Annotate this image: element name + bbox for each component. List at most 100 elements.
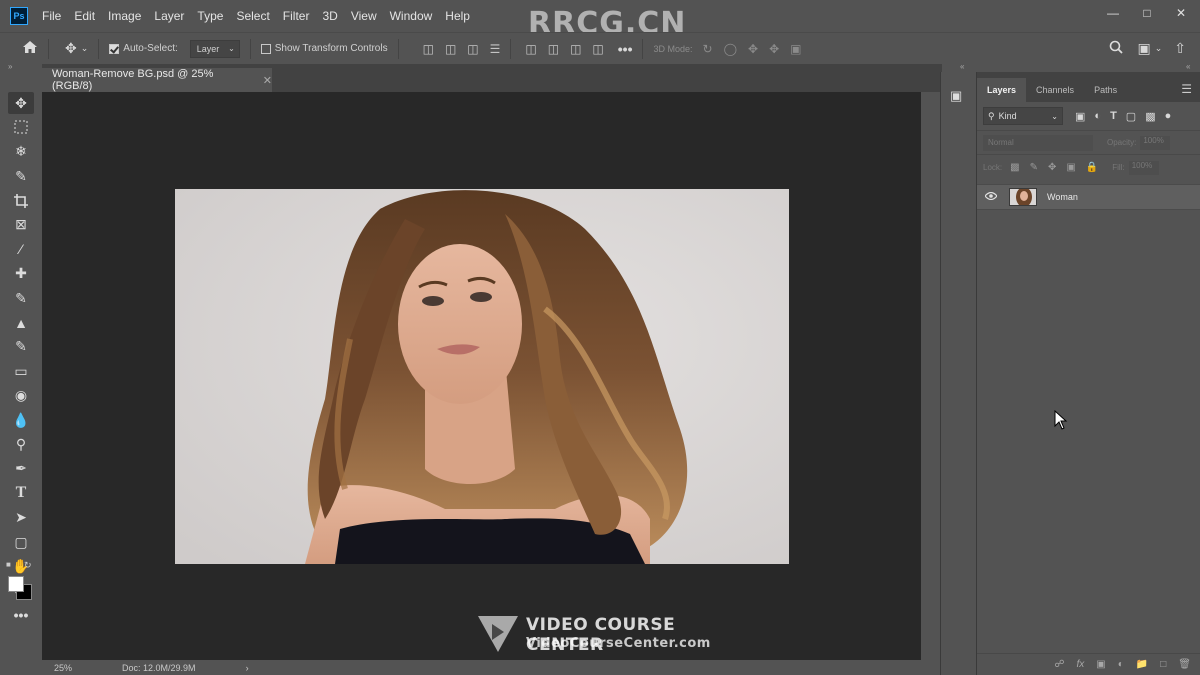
edit-toolbar-icon[interactable]: ••• <box>8 604 34 626</box>
chevron-down-icon[interactable]: ⌄ <box>81 43 89 54</box>
canvas-area[interactable] <box>42 92 921 660</box>
orbit-3d-icon[interactable]: ↻ <box>703 42 713 56</box>
chevron-down-icon[interactable]: ⌄ <box>1155 43 1163 54</box>
align-right-icon[interactable]: ◫ <box>467 42 478 56</box>
auto-select-target-dropdown[interactable]: Layer ⌄ <box>189 39 240 58</box>
lock-artboard-icon[interactable]: ▣ <box>1066 162 1075 173</box>
more-options-icon[interactable]: ••• <box>618 41 633 57</box>
quick-selection-tool-icon[interactable]: ✎ <box>8 165 34 187</box>
menu-window[interactable]: Window <box>390 9 433 23</box>
tab-paths[interactable]: Paths <box>1084 78 1127 102</box>
align-bottom-icon[interactable]: ◫ <box>570 42 581 56</box>
menu-layer[interactable]: Layer <box>154 9 184 23</box>
canvas-image[interactable] <box>175 189 789 564</box>
move-tool-icon[interactable]: ✥ <box>65 40 77 57</box>
workspace-icon[interactable]: ▣ <box>1137 40 1150 57</box>
status-chevron-right-icon[interactable]: › <box>246 663 249 673</box>
show-transform-checkbox[interactable]: Show Transform Controls <box>260 43 388 54</box>
zoom-level[interactable]: 25% <box>54 663 72 673</box>
lock-image-icon[interactable]: ✎ <box>1030 162 1038 173</box>
home-icon[interactable] <box>22 40 38 57</box>
filter-type-icon[interactable]: T <box>1110 110 1117 123</box>
filter-shape-icon[interactable]: ▢ <box>1126 110 1136 123</box>
new-group-icon[interactable]: 📁 <box>1136 659 1148 670</box>
paint-bucket-tool-icon[interactable]: ◉ <box>8 385 34 407</box>
delete-layer-icon[interactable]: 🗑 <box>1178 659 1191 670</box>
clone-stamp-tool-icon[interactable]: ▲ <box>8 312 34 334</box>
menu-filter[interactable]: Filter <box>283 9 310 23</box>
share-icon[interactable]: ⇧ <box>1174 40 1186 57</box>
pan-3d-icon[interactable]: ✥ <box>748 42 758 56</box>
frame-tool-icon[interactable]: ⊠ <box>8 214 34 236</box>
fx-icon[interactable]: fx <box>1077 659 1085 670</box>
pen-tool-icon[interactable]: ✒ <box>8 458 34 480</box>
align-middle-v-icon[interactable]: ◫ <box>548 42 559 56</box>
blend-mode-dropdown[interactable]: Normal <box>983 134 1093 151</box>
auto-select-checkbox[interactable]: Auto-Select: <box>109 43 178 54</box>
lock-position-icon[interactable]: ✥ <box>1048 162 1056 173</box>
blur-tool-icon[interactable]: 💧 <box>8 409 34 431</box>
new-layer-icon[interactable]: □ <box>1160 659 1166 670</box>
document-tab[interactable]: Woman-Remove BG.psd @ 25% (RGB/8) ✕ <box>42 68 272 92</box>
close-icon[interactable]: ✕ <box>1174 6 1188 20</box>
panel-menu-icon[interactable]: ☰ <box>1181 82 1192 102</box>
filter-pixel-icon[interactable]: ▣ <box>1075 110 1085 123</box>
properties-panel-icon[interactable]: ▣ <box>950 88 968 104</box>
link-layers-icon[interactable]: ☍ <box>1054 659 1064 670</box>
filter-adjustment-icon[interactable]: ◐ <box>1094 110 1101 123</box>
default-colors-icon[interactable]: ■ <box>6 560 11 569</box>
collapse-left-icon[interactable]: » <box>8 62 12 71</box>
menu-file[interactable]: File <box>42 9 61 23</box>
crop-tool-icon[interactable] <box>8 190 34 212</box>
collapse-mid-icon[interactable]: « <box>960 62 964 71</box>
foreground-color-swatch[interactable] <box>8 576 24 592</box>
menu-3d[interactable]: 3D <box>322 9 337 23</box>
close-tab-icon[interactable]: ✕ <box>263 74 272 87</box>
align-left-icon[interactable]: ◫ <box>423 42 434 56</box>
type-tool-icon[interactable]: T <box>8 482 34 504</box>
distribute-icon[interactable]: ☰ <box>490 42 501 56</box>
minimize-icon[interactable]: — <box>1106 6 1120 20</box>
menu-image[interactable]: Image <box>108 9 141 23</box>
history-brush-tool-icon[interactable]: ✎ <box>8 336 34 358</box>
distribute-v-icon[interactable]: ◫ <box>592 42 603 56</box>
lasso-tool-icon[interactable]: ❄ <box>8 141 34 163</box>
menu-edit[interactable]: Edit <box>74 9 95 23</box>
align-center-h-icon[interactable]: ◫ <box>445 42 456 56</box>
layer-row[interactable]: Woman <box>977 184 1200 210</box>
swap-colors-icon[interactable]: ↻ <box>24 560 32 571</box>
collapse-right-icon[interactable]: « <box>1186 62 1190 71</box>
adjustment-layer-icon[interactable]: ◐ <box>1118 659 1124 670</box>
lock-transparent-icon[interactable]: ▩ <box>1010 162 1019 173</box>
search-icon[interactable] <box>1109 40 1124 57</box>
move-tool-icon[interactable]: ✥ <box>8 92 34 114</box>
tab-channels[interactable]: Channels <box>1026 78 1084 102</box>
menu-help[interactable]: Help <box>445 9 470 23</box>
marquee-tool-icon[interactable] <box>8 116 34 138</box>
add-mask-icon[interactable]: ▣ <box>1096 659 1105 670</box>
filter-toggle-icon[interactable]: ● <box>1165 110 1172 123</box>
path-selection-tool-icon[interactable]: ➤ <box>8 507 34 529</box>
color-swatches[interactable]: ■ ↻ <box>6 560 36 600</box>
align-top-icon[interactable]: ◫ <box>525 42 536 56</box>
dodge-tool-icon[interactable]: ⚲ <box>8 433 34 455</box>
menu-select[interactable]: Select <box>236 9 269 23</box>
filter-kind-dropdown[interactable]: ⚲ Kind ⌄ <box>983 107 1063 125</box>
maximize-icon[interactable]: □ <box>1140 6 1154 20</box>
opacity-field[interactable]: 100% <box>1140 135 1171 150</box>
eyedropper-tool-icon[interactable]: ⁄ <box>8 238 34 260</box>
filter-smart-object-icon[interactable]: ▩ <box>1145 110 1155 123</box>
roll-3d-icon[interactable]: ◯ <box>724 42 737 56</box>
slide-3d-icon[interactable]: ✥ <box>769 42 779 56</box>
eye-icon[interactable] <box>977 191 1005 203</box>
menu-type[interactable]: Type <box>197 9 223 23</box>
camera-3d-icon[interactable]: ▣ <box>790 42 801 56</box>
fill-field[interactable]: 100% <box>1128 160 1159 175</box>
healing-brush-tool-icon[interactable]: ✚ <box>8 263 34 285</box>
brush-tool-icon[interactable]: ✎ <box>8 287 34 309</box>
checkbox-checked-icon[interactable] <box>109 43 120 54</box>
menu-view[interactable]: View <box>351 9 377 23</box>
lock-all-icon[interactable]: 🔒 <box>1086 162 1098 173</box>
tab-layers[interactable]: Layers <box>977 78 1027 102</box>
eraser-tool-icon[interactable]: ▭ <box>8 360 34 382</box>
